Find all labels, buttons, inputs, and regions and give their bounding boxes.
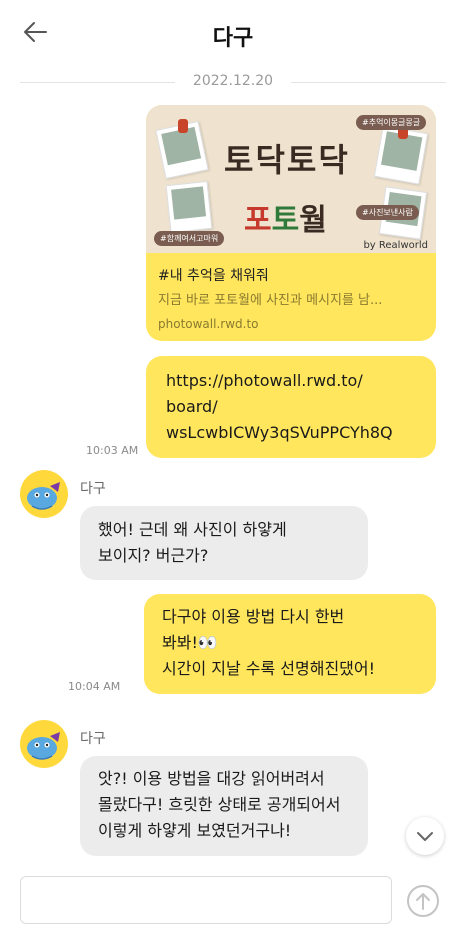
message-input[interactable] (20, 876, 392, 924)
message-line: board/ (166, 397, 218, 416)
my-message-bubble[interactable]: https://photowall.rwd.to/ board/ wsLcwbI… (146, 356, 436, 458)
avatar[interactable] (20, 720, 68, 768)
link-preview-image: #추억이몽글몽글 #함께여서고마워 #사진보낸사람 토닥토닥 포토월 by Re… (146, 105, 436, 253)
message-line: 앗?! 이용 방법을 대강 읽어버려서 (98, 769, 325, 788)
arrow-up-circle-icon (407, 885, 439, 917)
date-label: 2022.12.20 (192, 73, 274, 89)
page-title: 다구 (212, 26, 254, 51)
pin-icon (178, 119, 188, 133)
message-line: 시간이 지날 수록 선명해진댔어! (162, 659, 376, 678)
message-time: 10:04 AM (68, 680, 121, 693)
message-line: 했어! 근데 왜 사진이 하얗게 (98, 520, 287, 539)
sender-name: 다구 (80, 481, 106, 497)
message-line: 이렇게 하얗게 보였던거구나! (98, 821, 292, 840)
scroll-to-bottom-button[interactable] (406, 817, 444, 855)
message-line: 봐봐!👀 (162, 633, 218, 652)
message-line: 보이지? 버근가? (98, 546, 209, 565)
chat-header: 다구 (0, 0, 466, 70)
whale-mascot-icon (27, 732, 60, 760)
preview-tag: #함께여서고마워 (154, 231, 225, 246)
link-description: 지금 바로 포토월에 사진과 메시지를 남... (158, 293, 383, 308)
sender-name: 다구 (80, 731, 106, 747)
preview-byline: by Realworld (363, 240, 428, 251)
message-line: wsLcwbICWy3qSVuPPCYh8Q (166, 423, 393, 442)
preview-tag: #추억이몽글몽글 (356, 115, 427, 130)
message-line: 다구야 이용 방법 다시 한번 (162, 607, 345, 626)
their-message-bubble[interactable]: 앗?! 이용 방법을 대강 읽어버려서 몰랐다구! 흐릿한 상태로 공개되어서 … (80, 756, 368, 856)
preview-tag: #사진보낸사람 (356, 205, 419, 220)
message-time: 10:03 AM (86, 444, 139, 457)
preview-logo-line1: 토닥토닥 (224, 141, 350, 179)
polaroid-photo (165, 180, 213, 234)
message-line: https://photowall.rwd.to/ (166, 371, 363, 390)
link-domain: photowall.rwd.to (158, 317, 259, 331)
their-message-bubble[interactable]: 했어! 근데 왜 사진이 하얗게 보이지? 버근가? (80, 506, 368, 580)
message-line: 몰랐다구! 흐릿한 상태로 공개되어서 (98, 795, 341, 814)
link-title: #내 추억을 채워줘 (158, 268, 269, 284)
date-divider: 2022.12.20 (20, 72, 446, 92)
divider-line-right (291, 82, 446, 83)
send-button[interactable] (406, 884, 440, 918)
whale-mascot-icon (27, 482, 60, 510)
chevron-down-icon (417, 832, 433, 841)
my-message-bubble[interactable]: 다구야 이용 방법 다시 한번 봐봐!👀 시간이 지날 수록 선명해진댔어! (144, 594, 436, 694)
preview-logo-line2: 포토월 (244, 203, 327, 238)
avatar[interactable] (20, 470, 68, 518)
link-preview-card[interactable]: #추억이몽글몽글 #함께여서고마워 #사진보낸사람 토닥토닥 포토월 by Re… (146, 105, 436, 341)
